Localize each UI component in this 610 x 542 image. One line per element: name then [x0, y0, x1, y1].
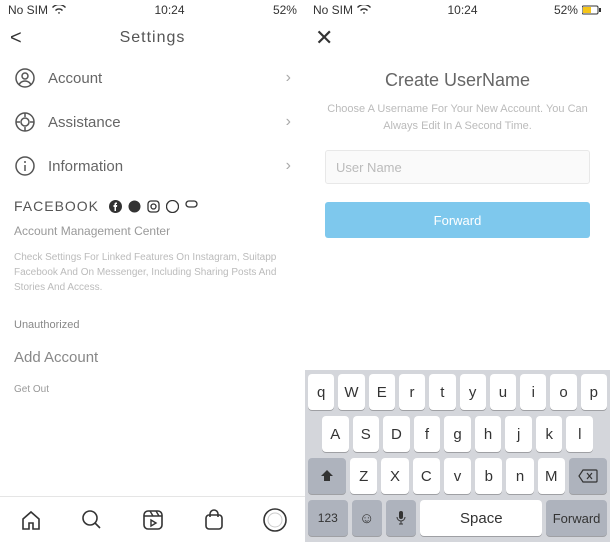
key-mic[interactable] — [386, 500, 416, 536]
key-j[interactable]: j — [505, 416, 532, 452]
facebook-section: FACEBOOK — [0, 188, 305, 220]
oculus-icon — [185, 200, 198, 213]
key-b[interactable]: b — [475, 458, 502, 494]
key-forward[interactable]: Forward — [546, 500, 607, 536]
reels-icon[interactable] — [141, 508, 165, 532]
chevron-right-icon: › — [286, 69, 291, 87]
instagram-icon — [147, 200, 160, 213]
wifi-icon — [357, 5, 371, 15]
key-k[interactable]: k — [536, 416, 563, 452]
key-d[interactable]: D — [383, 416, 410, 452]
row-information[interactable]: Information › — [0, 144, 305, 188]
key-g[interactable]: g — [444, 416, 471, 452]
shift-icon — [319, 468, 335, 484]
key-h[interactable]: h — [475, 416, 502, 452]
page-title: Settings — [120, 29, 186, 47]
key-s[interactable]: S — [353, 416, 380, 452]
key-shift[interactable] — [308, 458, 346, 494]
key-emoji[interactable]: ☺ — [352, 500, 382, 536]
info-icon — [14, 155, 36, 177]
create-username-subtitle: Choose A Username For Your New Account. … — [325, 101, 590, 134]
get-out-link[interactable]: Get Out — [0, 374, 305, 405]
wifi-icon — [52, 5, 66, 15]
key-w[interactable]: W — [338, 374, 364, 410]
home-icon[interactable] — [19, 508, 43, 532]
unauthorized-label: Unauthorized — [0, 309, 305, 341]
messenger-icon — [128, 200, 141, 213]
key-o[interactable]: o — [550, 374, 576, 410]
account-icon — [14, 67, 36, 89]
status-bar: No SIM 10:24 52% — [305, 0, 610, 20]
account-management-link[interactable]: Account Management Center — [0, 220, 305, 242]
key-t[interactable]: t — [429, 374, 455, 410]
key-z[interactable]: Z — [350, 458, 377, 494]
key-f[interactable]: f — [414, 416, 441, 452]
bottom-nav — [0, 496, 305, 542]
row-label: Information — [48, 158, 286, 175]
backspace-icon — [578, 469, 598, 483]
row-account[interactable]: Account › — [0, 56, 305, 100]
key-numbers[interactable]: 123 — [308, 500, 348, 536]
fb-description: Check Settings For Linked Features On In… — [0, 242, 305, 309]
key-i[interactable]: i — [520, 374, 546, 410]
chevron-right-icon: › — [286, 113, 291, 131]
key-u[interactable]: u — [490, 374, 516, 410]
shop-icon[interactable] — [202, 508, 226, 532]
key-r[interactable]: r — [399, 374, 425, 410]
create-username-title: Create UserName — [325, 70, 590, 91]
keyboard: q W E r t y u i o p A S D f g h j k l Z … — [305, 370, 610, 542]
key-p[interactable]: p — [581, 374, 607, 410]
key-space[interactable]: Space — [420, 500, 542, 536]
back-button[interactable]: < — [10, 27, 22, 50]
mic-icon — [395, 510, 407, 526]
close-button[interactable]: ✕ — [315, 25, 333, 51]
row-assistance[interactable]: Assistance › — [0, 100, 305, 144]
chevron-right-icon: › — [286, 157, 291, 175]
key-n[interactable]: n — [506, 458, 533, 494]
key-e[interactable]: E — [369, 374, 395, 410]
key-x[interactable]: X — [381, 458, 408, 494]
facebook-icon — [109, 200, 122, 213]
row-label: Account — [48, 70, 286, 87]
key-backspace[interactable] — [569, 458, 607, 494]
username-input[interactable]: User Name — [325, 150, 590, 184]
battery-icon — [582, 5, 602, 15]
assistance-icon — [14, 111, 36, 133]
key-l[interactable]: l — [566, 416, 593, 452]
search-icon[interactable] — [80, 508, 104, 532]
key-v[interactable]: v — [444, 458, 471, 494]
forward-button[interactable]: Forward — [325, 202, 590, 238]
key-c[interactable]: C — [413, 458, 440, 494]
key-q[interactable]: q — [308, 374, 334, 410]
key-y[interactable]: y — [460, 374, 486, 410]
row-label: Assistance — [48, 114, 286, 131]
key-a[interactable]: A — [322, 416, 349, 452]
key-m[interactable]: M — [538, 458, 565, 494]
whatsapp-icon — [166, 200, 179, 213]
status-bar: No SIM 10:24 52% — [0, 0, 305, 20]
profile-icon[interactable] — [263, 508, 287, 532]
add-account-link[interactable]: Add Account — [0, 341, 305, 374]
